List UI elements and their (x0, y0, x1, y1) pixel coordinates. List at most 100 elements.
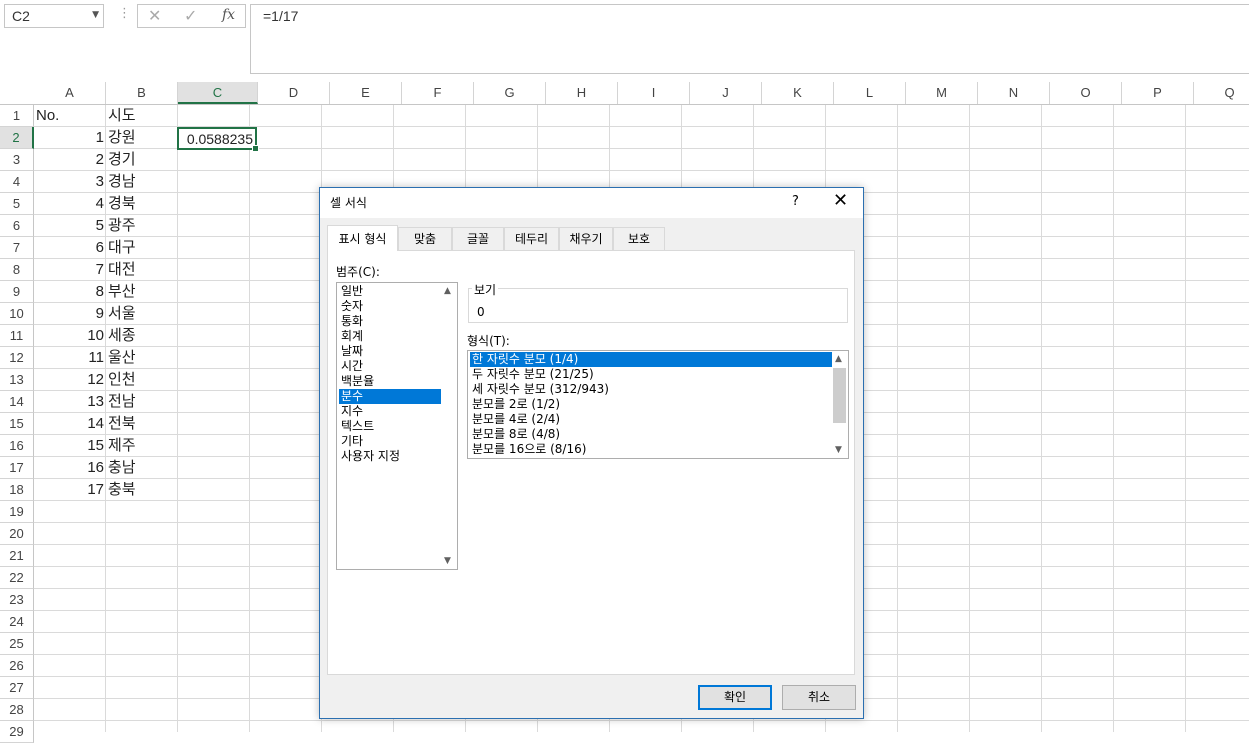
row-header-11[interactable]: 11 (0, 325, 34, 347)
row-header-17[interactable]: 17 (0, 457, 34, 479)
cell-b17[interactable]: 충남 (108, 457, 176, 479)
selected-cell-c2[interactable]: 0.0588235 (177, 127, 259, 152)
column-header-p[interactable]: P (1122, 82, 1194, 104)
ok-button[interactable]: 확인 (698, 685, 772, 710)
cancel-entry-icon[interactable]: ✕ (148, 6, 161, 25)
row-header-21[interactable]: 21 (0, 545, 34, 567)
column-header-c[interactable]: C (178, 82, 258, 104)
cell-a13[interactable]: 12 (34, 369, 104, 391)
scrollbar-thumb[interactable] (833, 368, 846, 423)
cell-a7[interactable]: 6 (34, 237, 104, 259)
row-header-15[interactable]: 15 (0, 413, 34, 435)
column-header-k[interactable]: K (762, 82, 834, 104)
scroll-up-icon[interactable]: ▲ (444, 286, 451, 296)
cell-a17[interactable]: 16 (34, 457, 104, 479)
cell-a6[interactable]: 5 (34, 215, 104, 237)
row-header-24[interactable]: 24 (0, 611, 34, 633)
row-header-8[interactable]: 8 (0, 259, 34, 281)
insert-function-icon[interactable]: fx (222, 7, 235, 23)
row-header-10[interactable]: 10 (0, 303, 34, 325)
type-item[interactable]: 세 자릿수 분모 (312/943) (470, 382, 832, 397)
cell-b4[interactable]: 경남 (108, 171, 176, 193)
formula-bar-grip-icon[interactable]: ⋮ (118, 6, 131, 21)
cell-b13[interactable]: 인천 (108, 369, 176, 391)
cell-b16[interactable]: 제주 (108, 435, 176, 457)
cell-b7[interactable]: 대구 (108, 237, 176, 259)
cell-b8[interactable]: 대전 (108, 259, 176, 281)
cell-a4[interactable]: 3 (34, 171, 104, 193)
cell-a14[interactable]: 13 (34, 391, 104, 413)
tab-protection[interactable]: 보호 (613, 227, 665, 250)
column-header-q[interactable]: Q (1194, 82, 1249, 104)
column-header-j[interactable]: J (690, 82, 762, 104)
cell-b6[interactable]: 광주 (108, 215, 176, 237)
category-item[interactable]: 기타 (339, 434, 441, 449)
row-header-28[interactable]: 28 (0, 699, 34, 721)
category-item[interactable]: 지수 (339, 404, 441, 419)
cell-a11[interactable]: 10 (34, 325, 104, 347)
category-item[interactable]: 통화 (339, 314, 441, 329)
category-item[interactable]: 일반 (339, 284, 441, 299)
row-header-27[interactable]: 27 (0, 677, 34, 699)
row-header-14[interactable]: 14 (0, 391, 34, 413)
row-header-22[interactable]: 22 (0, 567, 34, 589)
row-header-2[interactable]: 2 (0, 127, 34, 149)
category-item[interactable]: 숫자 (339, 299, 441, 314)
formula-input[interactable]: =1/17 (250, 4, 1249, 74)
cell-a15[interactable]: 14 (34, 413, 104, 435)
row-header-25[interactable]: 25 (0, 633, 34, 655)
row-header-26[interactable]: 26 (0, 655, 34, 677)
column-header-o[interactable]: O (1050, 82, 1122, 104)
type-item[interactable]: 분모를 8로 (4/8) (470, 427, 832, 442)
type-scrollbar[interactable]: ▲ ▼ (832, 351, 848, 458)
column-header-i[interactable]: I (618, 82, 690, 104)
column-header-h[interactable]: H (546, 82, 618, 104)
cell-b10[interactable]: 서울 (108, 303, 176, 325)
category-list[interactable]: ▲ ▼ 일반 숫자 통화 회계 날짜 시간 백분율 분수 지수 텍스트 기타 사용자 지정 (336, 282, 458, 570)
row-header-13[interactable]: 13 (0, 369, 34, 391)
column-header-m[interactable]: M (906, 82, 978, 104)
confirm-entry-icon[interactable]: ✓ (184, 6, 197, 25)
name-box-dropdown-icon[interactable]: ▼ (92, 10, 99, 20)
cell-b2[interactable]: 강원 (108, 127, 176, 149)
row-header-20[interactable]: 20 (0, 523, 34, 545)
column-header-e[interactable]: E (330, 82, 402, 104)
type-item[interactable]: 분모를 4로 (2/4) (470, 412, 832, 427)
tab-alignment[interactable]: 맞춤 (398, 227, 452, 250)
cell-b3[interactable]: 경기 (108, 149, 176, 171)
cell-a10[interactable]: 9 (34, 303, 104, 325)
cell-b11[interactable]: 세종 (108, 325, 176, 347)
cell-b9[interactable]: 부산 (108, 281, 176, 303)
cell-b14[interactable]: 전남 (108, 391, 176, 413)
row-header-19[interactable]: 19 (0, 501, 34, 523)
cell-a1[interactable]: No. (36, 105, 104, 127)
row-header-29[interactable]: 29 (0, 721, 34, 743)
category-scrollbar[interactable]: ▲ ▼ (441, 283, 457, 569)
fill-handle[interactable] (252, 145, 259, 152)
row-header-3[interactable]: 3 (0, 149, 34, 171)
category-item[interactable]: 시간 (339, 359, 441, 374)
tab-fill[interactable]: 채우기 (559, 227, 613, 250)
row-header-4[interactable]: 4 (0, 171, 34, 193)
cell-b18[interactable]: 충북 (108, 479, 176, 501)
tab-font[interactable]: 글꼴 (452, 227, 504, 250)
category-item[interactable]: 백분율 (339, 374, 441, 389)
type-item[interactable]: 한 자릿수 분모 (1/4) (470, 352, 832, 367)
category-item[interactable]: 회계 (339, 329, 441, 344)
row-header-6[interactable]: 6 (0, 215, 34, 237)
category-item[interactable]: 분수 (339, 389, 441, 404)
type-list[interactable]: ▲ ▼ 한 자릿수 분모 (1/4) 두 자릿수 분모 (21/25) 세 자릿수 … (467, 350, 849, 459)
cell-a12[interactable]: 11 (34, 347, 104, 369)
row-header-5[interactable]: 5 (0, 193, 34, 215)
column-header-l[interactable]: L (834, 82, 906, 104)
row-header-23[interactable]: 23 (0, 589, 34, 611)
name-box[interactable]: C2 ▼ (4, 4, 104, 28)
row-header-18[interactable]: 18 (0, 479, 34, 501)
cell-a2[interactable]: 1 (34, 127, 104, 149)
scroll-up-icon[interactable]: ▲ (835, 354, 842, 364)
cell-a9[interactable]: 8 (34, 281, 104, 303)
column-header-a[interactable]: A (34, 82, 106, 104)
cell-a5[interactable]: 4 (34, 193, 104, 215)
cell-a16[interactable]: 15 (34, 435, 104, 457)
type-item[interactable]: 분모를 16으로 (8/16) (470, 442, 832, 457)
